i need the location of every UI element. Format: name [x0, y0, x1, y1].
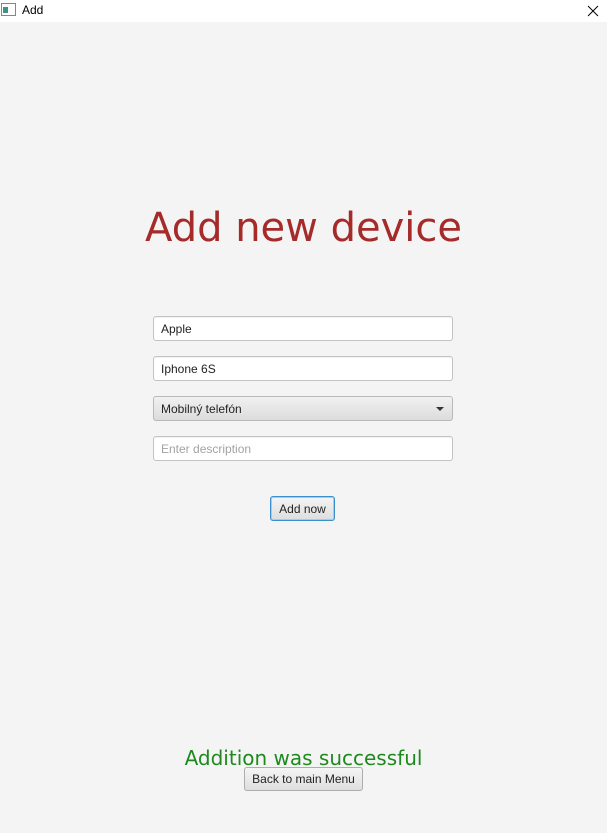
window-close-button[interactable]: [578, 0, 607, 21]
chevron-down-icon: [436, 407, 444, 411]
category-select[interactable]: Mobilný telefón: [153, 396, 453, 421]
description-input[interactable]: [153, 436, 453, 461]
back-to-main-menu-button[interactable]: Back to main Menu: [244, 767, 363, 791]
close-icon: [587, 5, 598, 16]
add-now-button[interactable]: Add now: [270, 496, 335, 521]
window-title: Add: [22, 3, 44, 17]
window-titlebar: Add: [0, 0, 607, 22]
model-input[interactable]: [153, 356, 453, 381]
category-select-value: Mobilný telefón: [161, 402, 242, 416]
page-title: Add new device: [145, 205, 462, 251]
brand-input[interactable]: [153, 316, 453, 341]
app-window-icon: [1, 3, 16, 16]
